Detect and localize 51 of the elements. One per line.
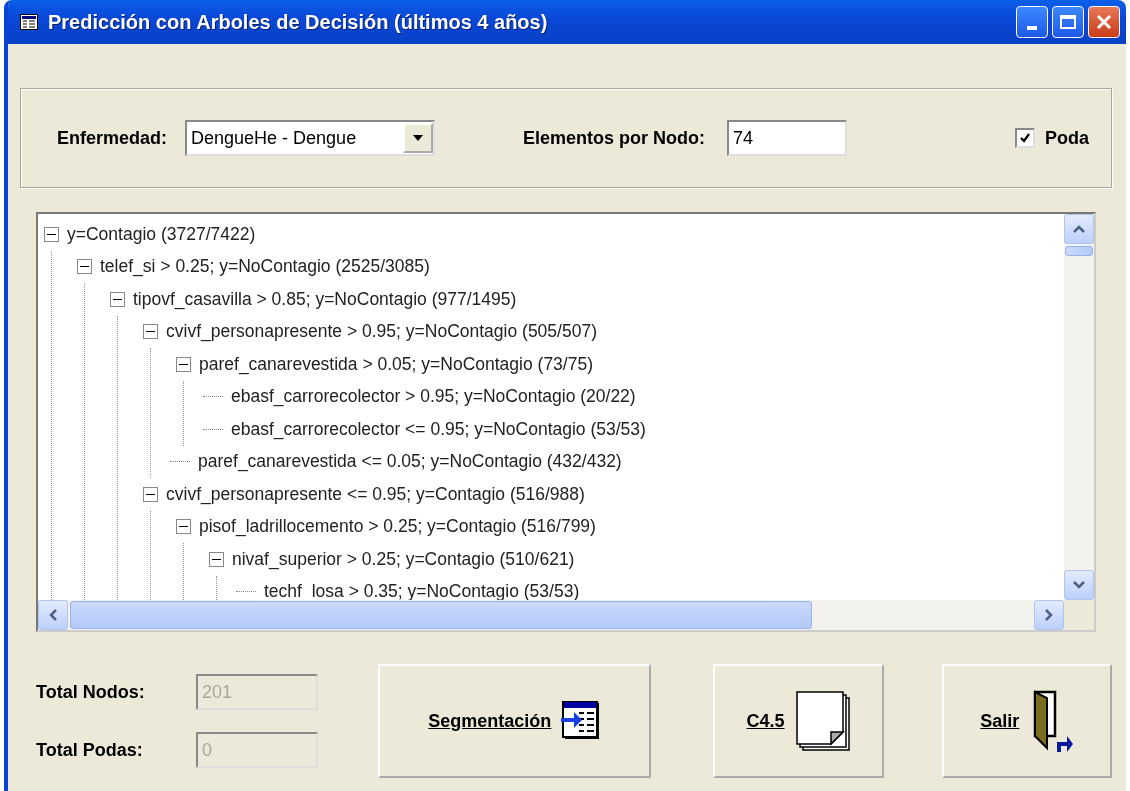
elements-field[interactable]: 74 [727,120,848,156]
tree-item[interactable]: tipovf_casavilla > 0.85; y=NoContagio (977/1495) [125,288,517,310]
close-button[interactable] [1088,6,1120,38]
collapse-icon[interactable] [143,324,158,340]
collapse-icon[interactable] [110,291,125,307]
tree-item[interactable]: paref_canarevestida > 0.05; y=NoContagio (73/75) [191,353,593,375]
collapse-icon[interactable] [176,519,191,535]
horizontal-scrollbar[interactable] [38,600,1094,630]
scroll-thumb[interactable] [70,601,812,629]
pages-icon [794,690,851,752]
tree-item[interactable]: cvivf_personapresente <= 0.95; y=Contagio (516/988) [158,483,585,505]
scrollbar-corner [1064,600,1094,630]
exit-button[interactable]: Salir [941,664,1112,778]
form-icon [20,14,38,30]
tree-item[interactable]: paref_canarevestida <= 0.05; y=NoContagio (432/432) [190,451,622,473]
disease-label: Enfermedad: [57,127,168,149]
tree-item[interactable]: pisof_ladrillocemento > 0.25; y=Contagio (516/799) [191,516,596,538]
tree-item[interactable]: nivaf_superior > 0.25; y=Contagio (510/621) [224,548,575,570]
collapse-icon[interactable] [44,226,59,242]
vertical-scrollbar[interactable] [1064,214,1094,600]
collapse-icon[interactable] [176,356,191,372]
tree-item[interactable]: cvivf_personapresente > 0.95; y=NoContagio (505/507) [158,321,597,343]
table-arrow-icon [561,701,602,741]
scroll-down-icon[interactable] [1064,570,1094,600]
segmentation-button[interactable]: Segmentación [378,664,652,778]
collapse-icon[interactable] [77,259,92,275]
prune-label: Poda [1045,127,1089,149]
scroll-left-icon[interactable] [38,600,68,630]
prune-checkbox[interactable] [1015,128,1035,148]
scroll-up-icon[interactable] [1064,214,1094,244]
total-field: 0 [196,732,318,768]
c45-button[interactable]: C4.5 [713,664,884,778]
collapse-icon[interactable] [143,486,158,502]
close-icon [1095,13,1113,31]
elements-label: Elementos por Nodo: [523,127,706,149]
total-label: Total Nodos: [36,681,146,703]
checkmark-icon [1019,132,1031,144]
tree-item[interactable]: ebasf_carrorecolector > 0.95; y=NoContagio (20/22) [223,386,636,408]
scroll-right-icon[interactable] [1034,600,1064,630]
tree-item[interactable]: y=Contagio (3727/7422) [59,223,256,245]
tree-item[interactable]: techf_losa > 0.35; y=NoContagio (53/53) [256,581,580,600]
window-title: Predicción con Arboles de Decisión (últimos 4 años) [48,10,549,34]
total-field: 201 [196,674,318,710]
collapse-icon[interactable] [209,551,224,567]
tree-item[interactable]: ebasf_carrorecolector <= 0.95; y=NoContagio (53/53) [223,418,646,440]
scroll-thumb[interactable] [1065,246,1093,256]
maximize-button[interactable] [1052,6,1084,38]
disease-dropdown[interactable]: DengueHe - Dengue [185,120,436,156]
total-label: Total Podas: [36,739,144,761]
tree-item[interactable]: telef_si > 0.25; y=NoContagio (2525/3085) [92,256,430,278]
minimize-button[interactable] [1016,6,1048,38]
